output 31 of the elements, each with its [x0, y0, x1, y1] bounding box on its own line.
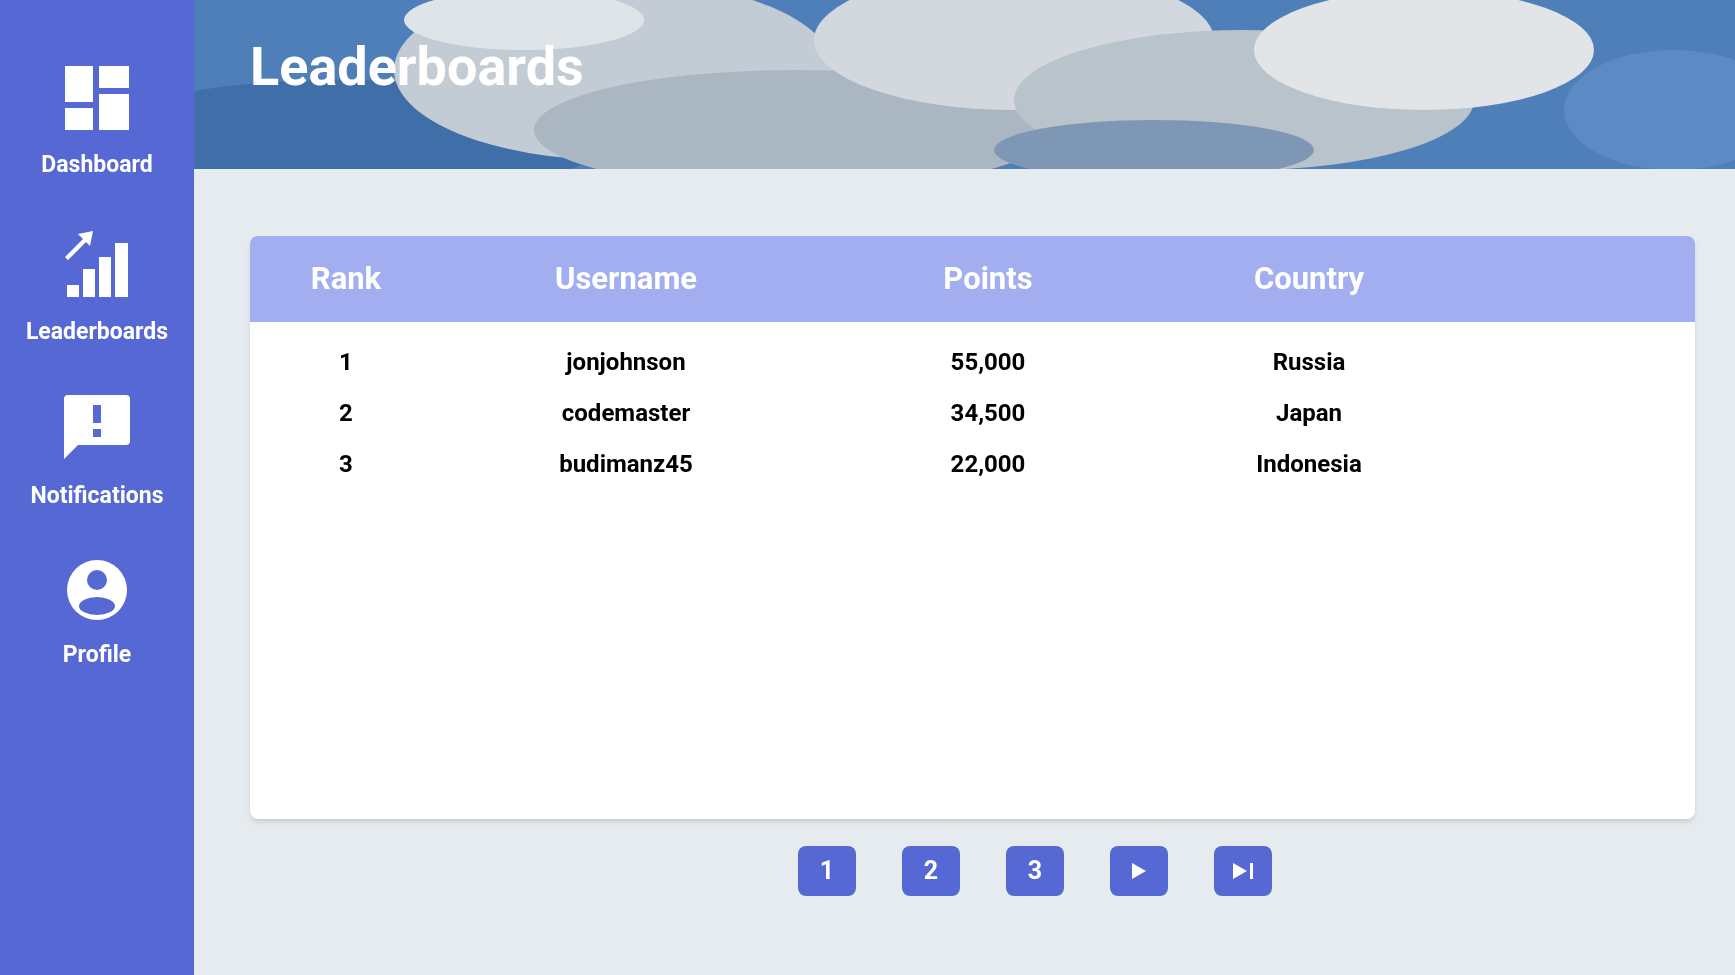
next-page-button[interactable] — [1110, 846, 1168, 896]
dashboard-icon — [65, 66, 129, 130]
play-icon — [1132, 863, 1146, 879]
sidebar-item[interactable]: Dashboard — [41, 66, 153, 183]
column-header: Rank — [310, 258, 382, 299]
table-cell: Russia — [1272, 350, 1346, 374]
table-cell: 1 — [339, 350, 353, 374]
page-button[interactable]: 2 — [902, 846, 960, 896]
column-header: Points — [943, 258, 1033, 299]
profile-icon — [67, 559, 127, 620]
table-cell: 3 — [339, 452, 353, 476]
table-cell: Indonesia — [1256, 452, 1362, 476]
table-cell: 34,500 — [950, 401, 1026, 425]
table-cell: Japan — [1275, 401, 1342, 425]
table-cell: 22,000 — [950, 452, 1026, 476]
alert-message-icon — [64, 395, 130, 461]
table-cell: codemaster — [561, 401, 691, 425]
last-page-button[interactable] — [1214, 846, 1272, 896]
table-cell: jonjohnson — [566, 350, 686, 374]
table-cell: 2 — [339, 401, 353, 425]
page-button[interactable]: 1 — [798, 846, 856, 896]
skip-to-end-icon — [1233, 863, 1253, 879]
page-button[interactable]: 3 — [1006, 846, 1064, 896]
table-cell: budimanz45 — [559, 452, 693, 476]
column-header: Username — [555, 258, 697, 299]
bar-chart-arrow-icon — [65, 228, 129, 297]
sidebar-item[interactable]: Notifications — [30, 395, 164, 514]
sidebar-item[interactable]: Profile — [62, 559, 132, 672]
sidebar-item[interactable]: Leaderboards — [25, 228, 169, 349]
column-header: Country — [1253, 258, 1365, 299]
table-cell: 55,000 — [950, 350, 1026, 374]
